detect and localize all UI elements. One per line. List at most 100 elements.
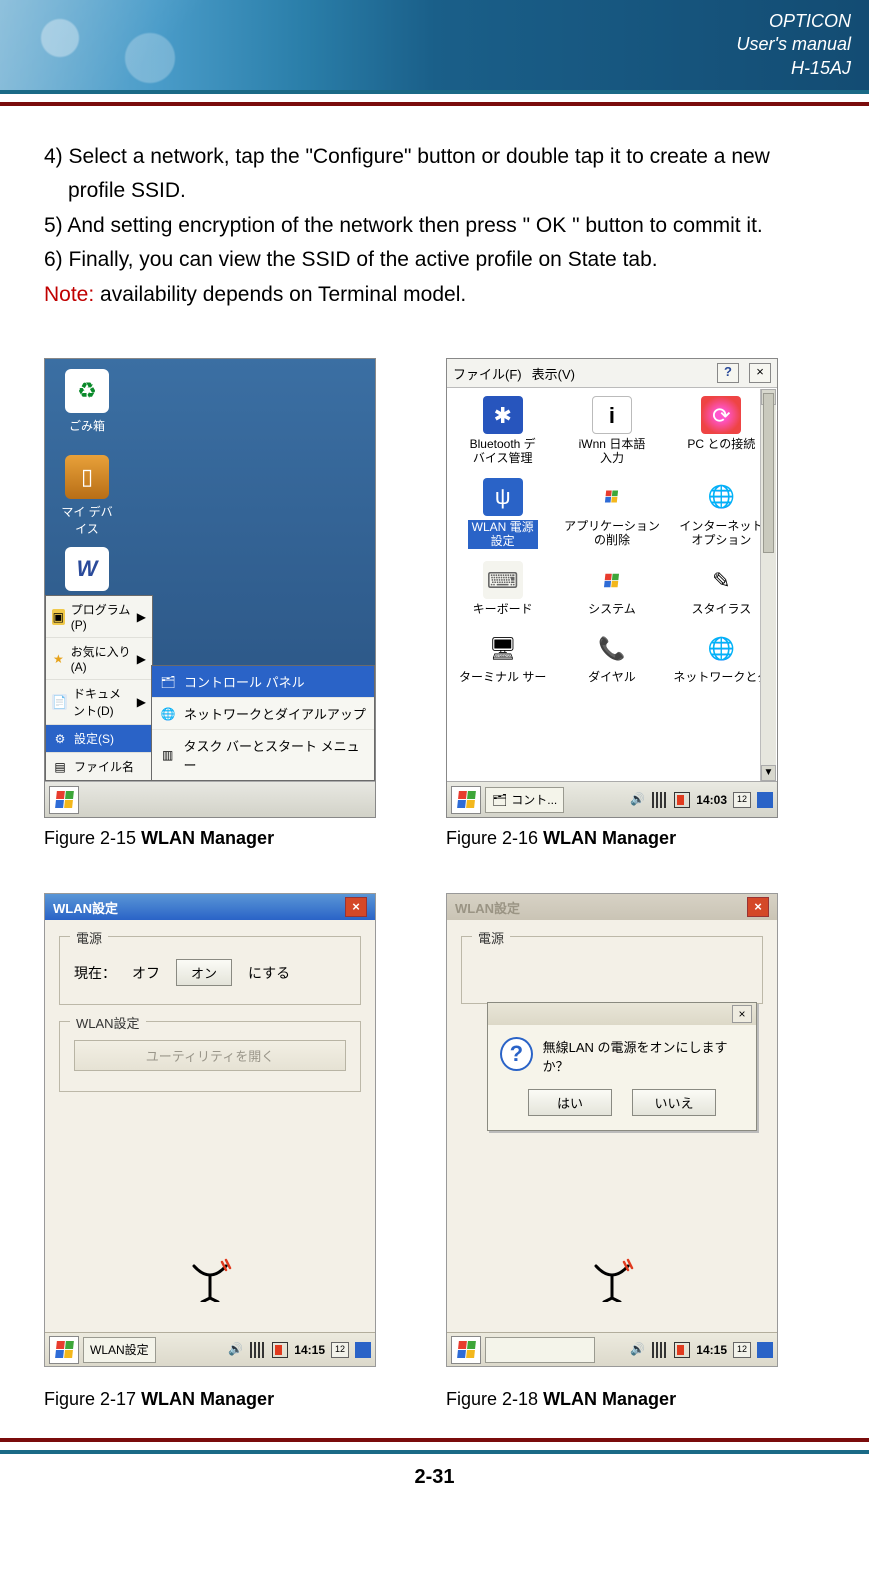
start-menu-programs[interactable]: ▣ プログラム(P) ▶ [46, 596, 152, 638]
start-menu-filename[interactable]: ▤ ファイル名 [46, 753, 152, 780]
submenu-network-label: ネットワークとダイアルアップ [184, 704, 366, 723]
signal-icon[interactable] [250, 1342, 266, 1358]
terminal-icon: 🖥 [483, 629, 523, 667]
run-icon: ▤ [52, 759, 68, 775]
submenu-taskbar-start[interactable]: ▥ タスク バーとスタート メニュー [152, 730, 374, 780]
menu-view[interactable]: 表示(V) [532, 364, 575, 383]
menu-file[interactable]: ファイル(F) [453, 364, 522, 383]
no-button[interactable]: いいえ [632, 1089, 716, 1116]
submenu-network-dialup[interactable]: 🌐 ネットワークとダイアルアップ [152, 698, 374, 730]
taskbar-app-button[interactable]: 🗂 コント... [485, 787, 564, 813]
confirm-dialog: × ? 無線LAN の電源をオンにしますか？ はい いいえ [487, 1002, 757, 1131]
close-button[interactable]: × [749, 363, 771, 383]
note-text: availability depends on Terminal model. [94, 283, 466, 306]
footer-rules [0, 1438, 869, 1454]
settings-legend: WLAN設定 [70, 1013, 146, 1032]
net-tray-icon[interactable] [757, 792, 773, 808]
cp-stylus[interactable]: ✎ スタイラス [668, 557, 775, 623]
close-button[interactable]: × [345, 897, 367, 917]
start-menu: ▣ プログラム(P) ▶ ★ お気に入り(A) ▶ 📄 ドキュメント(D) [45, 595, 153, 781]
taskbar-icon: ▥ [160, 747, 175, 763]
submenu-control-panel[interactable]: 🗂 コントロール パネル [152, 666, 374, 698]
clock: 14:15 [294, 1343, 325, 1357]
cp-dial[interactable]: 📞 ダイヤル [558, 625, 665, 691]
dialog-message: 無線LAN の電源をオンにしますか？ [543, 1037, 744, 1075]
phone-icon: 📞 [592, 629, 632, 667]
taskbar-app-button[interactable]: WLAN設定 [83, 1337, 156, 1363]
scroll-down-icon[interactable]: ▼ [761, 765, 776, 781]
chevron-right-icon: ▶ [137, 695, 146, 709]
figure-2-15: ♻ ごみ箱 ▯ マイ デバイス W Microsoft [44, 358, 376, 849]
pc-link-icon: ⟳ [701, 396, 741, 434]
start-menu-filename-label: ファイル名 [74, 758, 134, 775]
start-menu-programs-label: プログラム(P) [71, 601, 131, 632]
tray-icon-1[interactable]: 🔊 [228, 1342, 244, 1358]
figure-2-15-caption: Figure 2-15 WLAN Manager [44, 828, 376, 849]
scroll-thumb[interactable] [763, 393, 774, 553]
taskbar-app-label: コント... [511, 791, 557, 808]
cp-keyboard[interactable]: ⌨ キーボード [449, 557, 556, 623]
open-utility-button[interactable]: ユーティリティを開く [74, 1040, 346, 1071]
start-button[interactable] [451, 786, 481, 814]
cp-ime[interactable]: i iWnn 日本語入力 [558, 392, 665, 472]
sip-icon[interactable]: 12 [733, 792, 751, 808]
windows-flag-icon [55, 791, 74, 808]
tray-icon-1[interactable]: 🔊 [630, 792, 646, 808]
net-tray-icon[interactable] [355, 1342, 371, 1358]
cp-internet-options[interactable]: 🌐 インターネットオプション [668, 474, 775, 556]
recycle-label: ごみ箱 [57, 417, 117, 434]
start-button[interactable] [451, 1336, 481, 1364]
cp-system[interactable]: システム [558, 557, 665, 623]
cp-bluetooth[interactable]: ✱ Bluetooth デバイス管理 [449, 392, 556, 472]
network-globe-icon: 🌐 [701, 629, 741, 667]
signal-icon[interactable] [652, 1342, 668, 1358]
start-button[interactable] [49, 786, 79, 814]
app-remove-icon [592, 478, 632, 516]
app-mini-icon: 🗂 [492, 793, 507, 807]
desktop-icon-mydevice[interactable]: ▯ マイ デバイス [57, 455, 117, 537]
yes-button[interactable]: はい [528, 1089, 612, 1116]
help-button[interactable]: ? [717, 363, 739, 383]
start-menu-favorites[interactable]: ★ お気に入り(A) ▶ [46, 638, 152, 680]
battery-icon[interactable] [272, 1342, 288, 1358]
cp-app-remove[interactable]: アプリケーションの削除 [558, 474, 665, 556]
network-icon: 🌐 [160, 706, 176, 722]
cp-pclink[interactable]: ⟳ PC との接続 [668, 392, 775, 472]
close-button[interactable]: × [747, 897, 769, 917]
battery-icon[interactable] [674, 792, 690, 808]
cp-terminal[interactable]: 🖥 ターミナル サー [449, 625, 556, 691]
figure-2-18-caption: Figure 2-18 WLAN Manager [446, 1389, 778, 1410]
stylus-icon: ✎ [701, 561, 741, 599]
figure-2-18: WLAN設定 × 電源 × ? 無線LAN の電源をオンにしますか？ [446, 893, 778, 1410]
taskbar: WLAN設定 🔊 14:15 12 [45, 1332, 375, 1366]
system-icon [592, 561, 632, 599]
step-6: 6) Finally, you can view the SSID of the… [44, 245, 825, 275]
start-menu-settings[interactable]: ⚙ 設定(S) [46, 725, 152, 753]
taskbar-app-button[interactable] [485, 1337, 595, 1363]
wlan-settings-groupbox: WLAN設定 ユーティリティを開く [59, 1021, 361, 1092]
windows-flag-icon [457, 791, 476, 808]
figure-2-17-caption: Figure 2-17 WLAN Manager [44, 1389, 376, 1410]
figure-2-17: WLAN設定 × 電源 現在： オフ オン にする WLAN設定 [44, 893, 376, 1410]
tray-icon-1[interactable]: 🔊 [630, 1342, 646, 1358]
dialog-close-button[interactable]: × [732, 1005, 752, 1023]
taskbar: 🔊 14:15 12 [447, 1332, 777, 1366]
sip-icon[interactable]: 12 [733, 1342, 751, 1358]
net-tray-icon[interactable] [757, 1342, 773, 1358]
desktop-icon-recycle[interactable]: ♻ ごみ箱 [57, 369, 117, 434]
battery-icon[interactable] [674, 1342, 690, 1358]
mydevice-label: マイ デバイス [57, 503, 117, 537]
scrollbar[interactable]: ▲ ▼ [760, 389, 776, 781]
sip-icon[interactable]: 12 [331, 1342, 349, 1358]
chevron-right-icon: ▶ [137, 610, 146, 624]
start-menu-documents[interactable]: 📄 ドキュメント(D) ▶ [46, 680, 152, 725]
device-icon: ▯ [65, 455, 109, 499]
power-on-button[interactable]: オン [176, 959, 232, 986]
start-button[interactable] [49, 1336, 79, 1364]
cp-wlan-power[interactable]: ψ WLAN 電源設定 [449, 474, 556, 556]
screenshot-2-15: ♻ ごみ箱 ▯ マイ デバイス W Microsoft [44, 358, 376, 818]
window-titlebar-inactive: WLAN設定 × [447, 894, 777, 920]
power-legend: 電源 [472, 928, 510, 947]
cp-network[interactable]: 🌐 ネットワークとダ [668, 625, 775, 691]
signal-icon[interactable] [652, 792, 668, 808]
